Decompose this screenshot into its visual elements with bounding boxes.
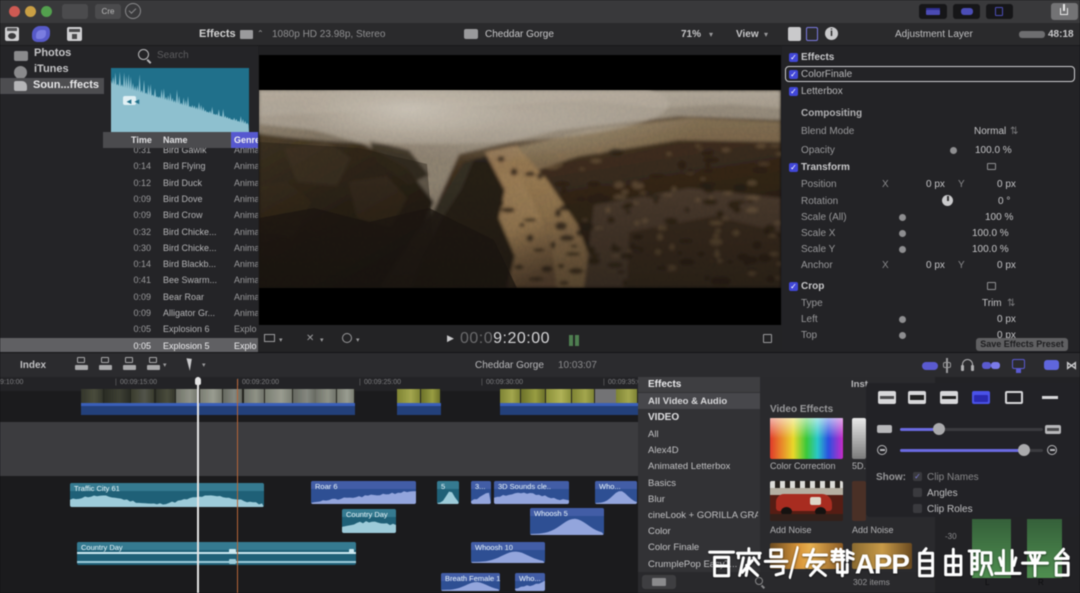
svg-text:◄◄: ◄◄ xyxy=(125,97,141,106)
svg-text:APP: APP xyxy=(855,548,909,579)
